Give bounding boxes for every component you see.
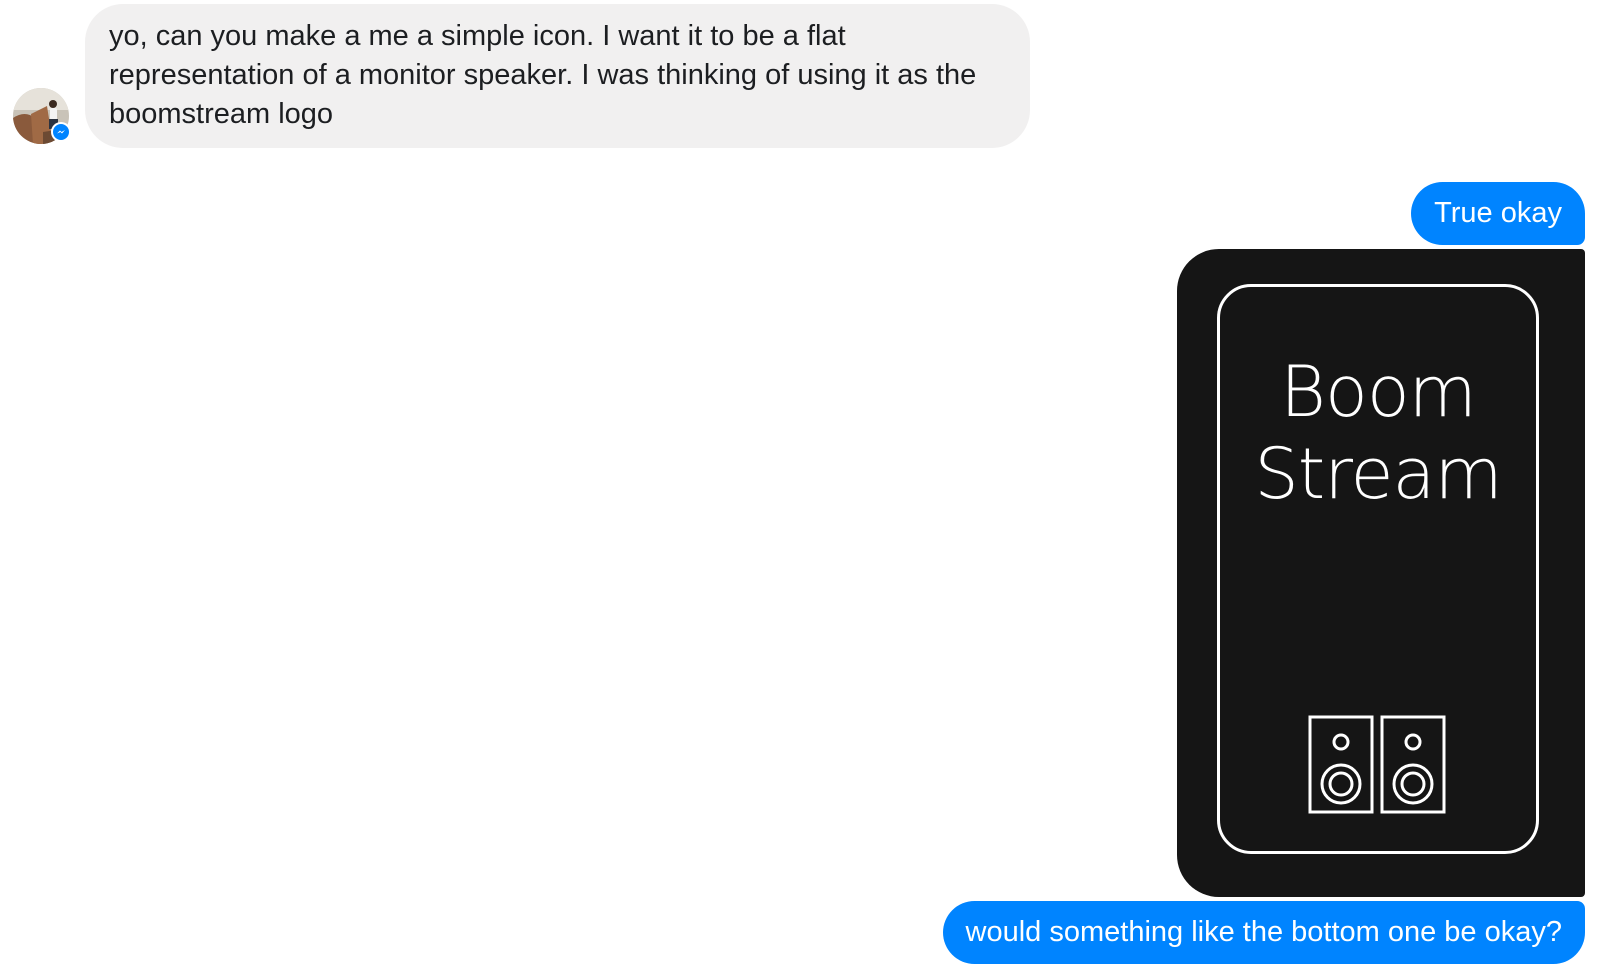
logo-title-line2: Stream (1254, 433, 1502, 515)
message-thread: yo, can you make a me a simple icon. I w… (0, 0, 1600, 965)
outgoing-message[interactable]: would something like the bottom one be o… (942, 901, 1585, 964)
monitor-speakers-icon (1308, 715, 1446, 814)
image-attachment[interactable]: Boom Stream (1177, 249, 1585, 897)
messenger-badge-icon (51, 122, 71, 142)
avatar[interactable] (13, 88, 71, 144)
logo-frame: Boom Stream (1217, 284, 1539, 854)
outgoing-message[interactable]: True okay (1411, 182, 1585, 245)
logo-title-line1: Boom (1280, 351, 1477, 433)
incoming-message[interactable]: yo, can you make a me a simple icon. I w… (85, 4, 1030, 148)
